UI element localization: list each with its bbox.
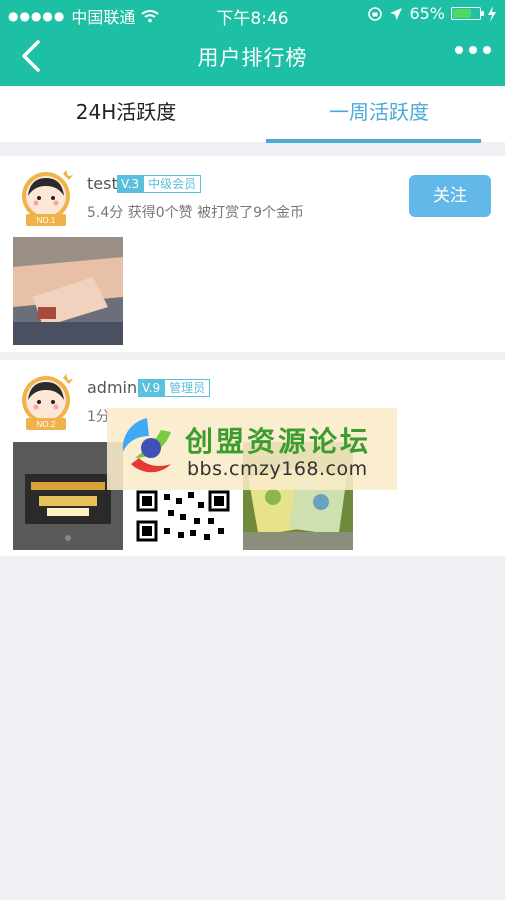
rank-badge: NO.2 — [37, 420, 56, 429]
more-options-icon[interactable] — [455, 46, 491, 54]
status-bar: ●●●●● 中国联通 下午8:46 65% — [0, 0, 505, 29]
rank-badge: NO.1 — [37, 216, 56, 225]
header: ●●●●● 中国联通 下午8:46 65% 用户排行榜 — [0, 0, 505, 86]
follow-button[interactable]: 关注 — [409, 175, 491, 217]
watermark-overlay: 创盟资源论坛 bbs.cmzy168.com — [107, 408, 397, 490]
active-tab-indicator — [266, 139, 481, 143]
user-stats: 5.4分 获得0个赞 被打赏了9个金币 — [87, 205, 304, 221]
user-avatar: NO.1 — [22, 170, 73, 226]
post-photo[interactable] — [13, 237, 123, 345]
orientation-lock-icon — [368, 6, 383, 21]
role-label: 中级会员 — [143, 175, 202, 193]
level-badge: V.3 中级会员 — [117, 175, 202, 193]
watermark-url: bbs.cmzy168.com — [187, 458, 368, 480]
username[interactable]: admin — [87, 378, 137, 397]
battery-percent: 65% — [409, 4, 445, 23]
tab-24h-activity[interactable]: 24H活跃度 — [0, 86, 252, 142]
forum-logo-icon — [122, 418, 171, 473]
charging-bolt-icon — [488, 5, 496, 22]
location-arrow-icon — [390, 7, 403, 20]
username[interactable]: test — [87, 174, 118, 193]
watermark-title: 创盟资源论坛 — [185, 425, 372, 458]
page-title: 用户排行榜 — [197, 46, 308, 70]
battery-icon — [451, 7, 484, 20]
level-value: V.3 — [117, 175, 144, 193]
nav-bar: 用户排行榜 — [0, 28, 505, 86]
tab-week-activity[interactable]: 一周活跃度 — [253, 86, 505, 142]
level-badge: V.9 管理员 — [138, 379, 211, 397]
tab-bar: 24H活跃度 一周活跃度 — [0, 86, 505, 142]
role-label: 管理员 — [164, 379, 211, 397]
user-card[interactable]: NO.1 test V.3 中级会员 5.4分 获得0个赞 被打赏了9个金币 关… — [0, 156, 505, 352]
status-right: 65% — [367, 4, 497, 23]
user-avatar: NO.2 — [22, 374, 73, 430]
level-value: V.9 — [138, 379, 165, 397]
